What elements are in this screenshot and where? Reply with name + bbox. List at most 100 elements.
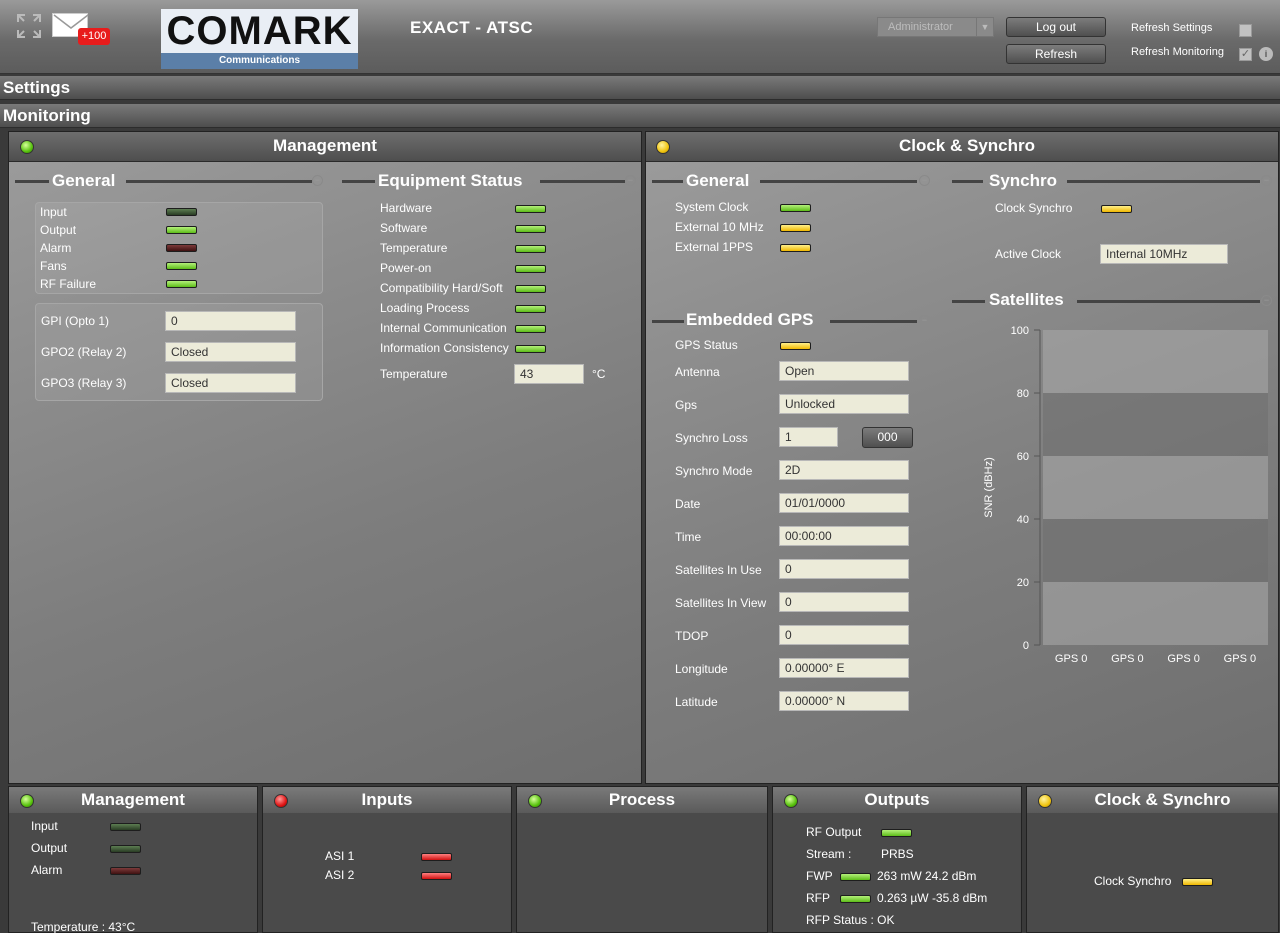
temperature-field: 43 bbox=[514, 364, 584, 384]
tdop-label: TDOP bbox=[675, 629, 709, 643]
synchro-mode-field: 2D bbox=[779, 460, 909, 480]
active-clock-field: Internal 10MHz bbox=[1100, 244, 1228, 264]
date-field: 01/01/0000 bbox=[779, 493, 909, 513]
asi1-indicator bbox=[421, 853, 452, 861]
time-field: 00:00:00 bbox=[779, 526, 909, 546]
chart-grid-band bbox=[1043, 330, 1268, 393]
asi1-label: ASI 1 bbox=[325, 849, 355, 863]
chart-x-tick-label: GPS 0 bbox=[1224, 653, 1256, 665]
fwp-indicator bbox=[840, 873, 871, 881]
bottom-inputs-header: Inputs bbox=[263, 787, 511, 813]
satellites-in-use-label: Satellites In Use bbox=[675, 563, 762, 577]
collapse-icon[interactable]: − bbox=[919, 315, 930, 326]
equipment-status-title: Equipment Status bbox=[378, 171, 523, 190]
bottom-input-indicator bbox=[110, 823, 141, 831]
gpi-field: 0 bbox=[165, 311, 296, 331]
bottom-temperature: Temperature : 43°C bbox=[31, 920, 136, 933]
internal-communication-indicator bbox=[515, 325, 546, 333]
monitoring-bar[interactable]: Monitoring bbox=[0, 104, 1280, 128]
gps-status-indicator bbox=[780, 342, 811, 350]
management-panel-header: Management bbox=[9, 132, 641, 162]
bottom-outputs-panel: Outputs RF Output Stream : PRBS FWP 263 … bbox=[772, 786, 1022, 933]
bottom-process-led bbox=[528, 794, 542, 808]
input-indicator bbox=[166, 208, 197, 216]
latitude-label: Latitude bbox=[675, 695, 718, 709]
antenna-label: Antenna bbox=[675, 365, 720, 379]
alarm-indicator bbox=[166, 244, 197, 252]
collapse-icon[interactable]: − bbox=[919, 175, 930, 186]
bottom-inputs-panel: Inputs ASI 1 ASI 2 bbox=[262, 786, 512, 933]
user-role-select[interactable]: Administrator ▼ bbox=[877, 17, 994, 37]
chart-y-tick-label: 40 bbox=[1017, 514, 1029, 526]
synchro-mode-label: Synchro Mode bbox=[675, 464, 753, 478]
gpo3-field: Closed bbox=[165, 373, 296, 393]
temperature-status-label: Temperature bbox=[380, 241, 448, 255]
refresh-settings-label: Refresh Settings bbox=[1131, 22, 1213, 34]
logout-button[interactable]: Log out bbox=[1006, 17, 1106, 37]
alarm-label: Alarm bbox=[40, 241, 72, 255]
chart-x-tick-label: GPS 0 bbox=[1055, 653, 1087, 665]
management-status-led bbox=[20, 140, 34, 154]
rfp-value: 0.263 µW -35.8 dBm bbox=[877, 891, 988, 905]
fans-label: Fans bbox=[40, 259, 67, 273]
fwp-label: FWP bbox=[806, 869, 833, 883]
collapse-icon[interactable]: − bbox=[625, 175, 636, 186]
internal-communication-label: Internal Communication bbox=[380, 321, 507, 335]
gpo3-label: GPO3 (Relay 3) bbox=[41, 376, 127, 390]
refresh-button[interactable]: Refresh bbox=[1006, 44, 1106, 64]
bottom-process-header: Process bbox=[517, 787, 767, 813]
satellites-section-title: Satellites bbox=[989, 290, 1064, 309]
stream-label: Stream : bbox=[806, 847, 852, 861]
chart-x-tick-label: GPS 0 bbox=[1167, 653, 1199, 665]
bottom-outputs-header: Outputs bbox=[773, 787, 1021, 813]
clock-synchro-status-led bbox=[656, 140, 670, 154]
clock-synchro-label: Clock Synchro bbox=[995, 201, 1073, 215]
active-clock-label: Active Clock bbox=[995, 247, 1062, 261]
output-indicator bbox=[166, 226, 197, 234]
fullscreen-icon[interactable] bbox=[16, 13, 42, 39]
temperature-unit: °C bbox=[592, 367, 606, 381]
refresh-monitoring-checkbox[interactable]: ✓ bbox=[1239, 48, 1252, 61]
chevron-down-icon: ▼ bbox=[976, 18, 993, 36]
rf-failure-label: RF Failure bbox=[40, 277, 97, 291]
hardware-label: Hardware bbox=[380, 201, 433, 215]
system-clock-indicator bbox=[780, 204, 811, 212]
power-on-indicator bbox=[515, 265, 546, 273]
info-icon[interactable]: i bbox=[1259, 47, 1273, 61]
bottom-management-led bbox=[20, 794, 34, 808]
app-title: EXACT - ATSC bbox=[410, 18, 534, 37]
asi2-label: ASI 2 bbox=[325, 868, 355, 882]
satellites-in-use-field: 0 bbox=[779, 559, 909, 579]
external-1pps-indicator bbox=[780, 244, 811, 252]
external-1pps-label: External 1PPS bbox=[675, 240, 754, 254]
mail-badge: +100 bbox=[78, 28, 110, 45]
rfp-status: RFP Status : OK bbox=[806, 913, 895, 927]
antenna-field: Open bbox=[779, 361, 909, 381]
gpo2-label: GPO2 (Relay 2) bbox=[41, 345, 127, 359]
fans-indicator bbox=[166, 262, 197, 270]
synchro-loss-reset-button[interactable]: 000 bbox=[862, 427, 913, 448]
rfp-indicator bbox=[840, 895, 871, 903]
input-label: Input bbox=[40, 205, 67, 219]
chart-y-tick-label: 60 bbox=[1017, 451, 1029, 463]
rf-output-label: RF Output bbox=[806, 825, 862, 839]
bottom-process-title: Process bbox=[608, 790, 676, 809]
refresh-settings-checkbox[interactable] bbox=[1239, 24, 1252, 37]
comark-logo: COMARK Communications bbox=[161, 9, 358, 69]
bottom-outputs-title: Outputs bbox=[864, 790, 930, 809]
collapse-icon[interactable]: − bbox=[1261, 175, 1272, 186]
output-label: Output bbox=[40, 223, 77, 237]
bottom-management-panel: Management Input Output Alarm Temperatur… bbox=[8, 786, 258, 933]
compatibility-indicator bbox=[515, 285, 546, 293]
collapse-icon[interactable]: − bbox=[312, 175, 323, 186]
chart-y-tick-label: 100 bbox=[1011, 325, 1029, 337]
synchro-loss-field: 1 bbox=[779, 427, 838, 447]
snr-chart-svg: 0 20 40 60 80 100 SNR (dBHz) GPS 0 GPS 0 GPS 0 GPS… bbox=[983, 325, 1268, 665]
power-on-label: Power-on bbox=[380, 261, 432, 275]
bottom-clock-panel: Clock & Synchro Clock Synchro bbox=[1026, 786, 1279, 933]
gps-label: Gps bbox=[675, 398, 698, 412]
collapse-icon[interactable]: − bbox=[1261, 295, 1272, 306]
temperature-label: Temperature bbox=[380, 367, 448, 381]
satellites-snr-chart: 0 20 40 60 80 100 SNR (dBHz) GPS 0 GPS 0 GPS 0 GPS… bbox=[976, 317, 1276, 677]
settings-bar[interactable]: Settings bbox=[0, 76, 1280, 100]
